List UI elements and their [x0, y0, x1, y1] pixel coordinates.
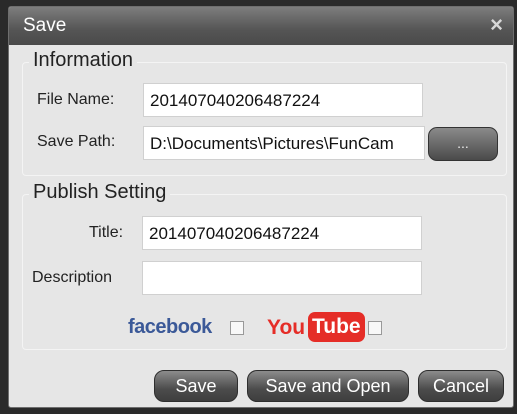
facebook-checkbox[interactable]	[230, 321, 244, 335]
save-and-open-button[interactable]: Save and Open	[247, 370, 409, 402]
information-group: Information File Name: 20140704020648722…	[22, 49, 507, 176]
publish-setting-group: Publish Setting Title: 20140704020648722…	[22, 181, 507, 350]
youtube-logo-icon: You	[267, 316, 306, 339]
youtube-tube-icon: Tube	[308, 312, 365, 342]
save-button[interactable]: Save	[154, 370, 238, 402]
youtube-checkbox[interactable]	[368, 321, 382, 335]
browse-button[interactable]: ...	[428, 127, 498, 161]
dialog-titlebar[interactable]: Save ×	[9, 7, 513, 45]
publish-setting-legend: Publish Setting	[29, 181, 171, 204]
close-icon[interactable]: ×	[490, 13, 503, 37]
file-name-label: File Name:	[37, 91, 115, 108]
description-label: Description	[32, 269, 113, 286]
save-path-label: Save Path:	[37, 133, 116, 150]
title-field[interactable]: 201407040206487224	[142, 216, 422, 250]
cancel-button[interactable]: Cancel	[418, 370, 504, 402]
save-path-field[interactable]: D:\Documents\Pictures\FunCam	[143, 126, 425, 160]
title-label: Title:	[89, 224, 124, 241]
information-legend: Information	[29, 49, 138, 72]
facebook-logo-icon: facebook	[128, 316, 212, 338]
save-dialog: Save × Information File Name: 2014070402…	[8, 6, 514, 408]
description-field[interactable]	[142, 261, 422, 295]
dialog-title: Save	[23, 15, 67, 36]
file-name-field[interactable]: 201407040206487224	[143, 83, 423, 117]
